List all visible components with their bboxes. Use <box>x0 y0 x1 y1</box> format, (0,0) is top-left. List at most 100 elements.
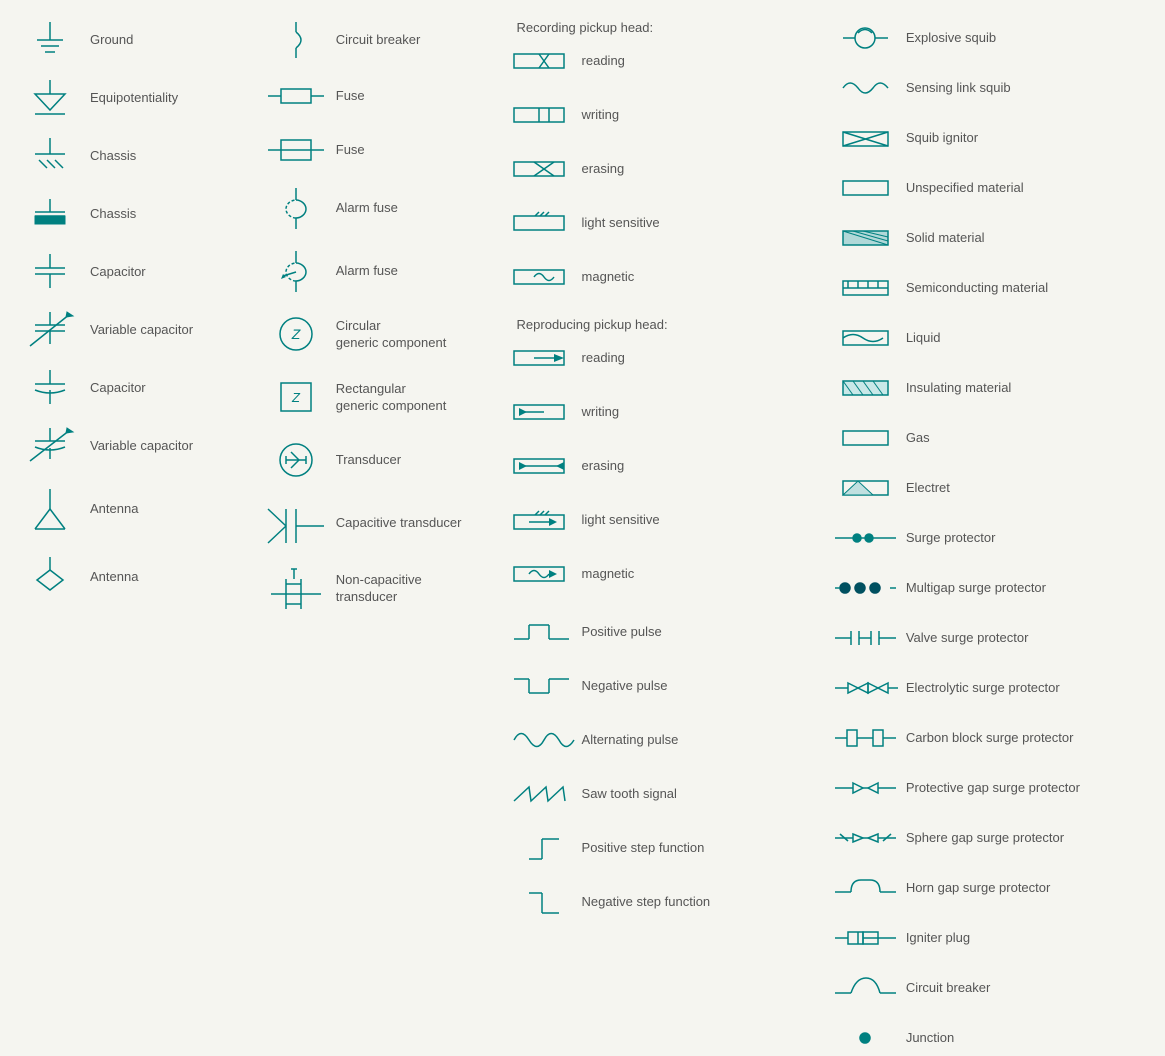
neg-pulse-label: Negative pulse <box>582 678 668 695</box>
rep-magnetic-icon <box>512 563 572 585</box>
list-item: Transducer <box>266 438 492 483</box>
junction-label: Junction <box>906 1030 954 1047</box>
sensing-squib-icon <box>836 73 896 103</box>
list-item: Z Circulargeneric component <box>266 312 492 357</box>
list-item: Solid material <box>836 220 1145 256</box>
protective-gap-surge-label: Protective gap surge protector <box>906 780 1080 797</box>
chassis2-icon <box>20 194 80 234</box>
insulating-material-label: Insulating material <box>906 380 1012 397</box>
svg-text:Z: Z <box>291 390 301 405</box>
rec-magnetic-icon <box>512 266 572 288</box>
rep-erasing-label: erasing <box>582 458 625 475</box>
fuse1-icon <box>266 81 326 111</box>
carbon-block-surge-label: Carbon block surge protector <box>906 730 1074 747</box>
equipotentiality-label: Equipotentiality <box>90 90 178 107</box>
electret-icon <box>836 477 896 499</box>
insulating-material-icon <box>836 377 896 399</box>
surge-protector-label: Surge protector <box>906 530 996 547</box>
sphere-gap-surge-icon <box>836 827 896 849</box>
liquid-label: Liquid <box>906 330 941 347</box>
semiconducting-material-label: Semiconducting material <box>906 280 1048 297</box>
list-item: reading <box>512 340 816 376</box>
list-item: Junction <box>836 1020 1145 1056</box>
list-item: erasing <box>512 448 816 484</box>
rep-reading-label: reading <box>582 350 625 367</box>
protective-gap-surge-icon <box>836 777 896 799</box>
alt-pulse-label: Alternating pulse <box>582 732 679 749</box>
antenna1-icon <box>20 484 80 534</box>
pos-pulse-icon <box>512 617 572 647</box>
rec-writing-label: writing <box>582 107 620 124</box>
list-item: writing <box>512 97 816 133</box>
saw-tooth-label: Saw tooth signal <box>582 786 677 803</box>
list-item: Saw tooth signal <box>512 776 816 812</box>
ground-label: Ground <box>90 32 133 49</box>
variable-capacitor-icon <box>20 310 80 350</box>
list-item: Insulating material <box>836 370 1145 406</box>
capacitive-transducer-label: Capacitive transducer <box>336 515 462 532</box>
igniter-plug-icon <box>836 926 896 950</box>
list-item: Liquid <box>836 320 1145 356</box>
igniter-plug-label: Igniter plug <box>906 930 970 947</box>
gas-label: Gas <box>906 430 930 447</box>
squib-ignitor-label: Squib ignitor <box>906 130 978 147</box>
rec-magnetic-label: magnetic <box>582 269 635 286</box>
explosive-squib-icon <box>836 23 896 53</box>
list-item: Electret <box>836 470 1145 506</box>
list-item: Horn gap surge protector <box>836 870 1145 906</box>
rep-reading-icon <box>512 347 572 369</box>
list-item: Sphere gap surge protector <box>836 820 1145 856</box>
surge-protector-icon <box>836 527 896 549</box>
reproducing-header: Reproducing pickup head: <box>512 317 816 332</box>
explosive-squib-label: Explosive squib <box>906 30 996 47</box>
ground-icon <box>20 20 80 60</box>
variable-capacitor-label: Variable capacitor <box>90 322 193 339</box>
circuit-breaker-col4-icon <box>836 973 896 1003</box>
transducer-icon <box>266 438 326 483</box>
list-item: Alternating pulse <box>512 722 816 758</box>
list-item: Surge protector <box>836 520 1145 556</box>
chassis1-label: Chassis <box>90 148 136 165</box>
pos-pulse-label: Positive pulse <box>582 624 662 641</box>
list-item: Negative step function <box>512 884 816 920</box>
recording-header: Recording pickup head: <box>512 20 816 35</box>
list-item: Positive pulse <box>512 614 816 650</box>
alarm-fuse1-label: Alarm fuse <box>336 200 398 217</box>
rep-light-icon <box>512 507 572 533</box>
list-item: Ground <box>20 20 246 60</box>
list-item: writing <box>512 394 816 430</box>
neg-pulse-icon <box>512 671 572 701</box>
main-container: Ground Equipotentiality <box>0 0 1165 727</box>
list-item: Capacitor <box>20 252 246 292</box>
carbon-block-surge-icon <box>836 724 896 752</box>
horn-gap-surge-icon <box>836 874 896 902</box>
chassis2-label: Chassis <box>90 206 136 223</box>
liquid-icon <box>836 327 896 349</box>
chassis1-icon <box>20 136 80 176</box>
column-2: Circuit breaker Fuse <box>256 20 502 707</box>
list-item: Fuse <box>266 78 492 114</box>
list-item: Explosive squib <box>836 20 1145 56</box>
variable-capacitor2-icon <box>20 426 80 466</box>
circular-generic-icon: Z <box>266 312 326 357</box>
list-item: Valve surge protector <box>836 620 1145 656</box>
circuit-breaker-icon <box>266 20 326 60</box>
rep-magnetic-label: magnetic <box>582 566 635 583</box>
list-item: Alarm fuse <box>266 249 492 294</box>
list-item: Carbon block surge protector <box>836 720 1145 756</box>
column-3: Recording pickup head: reading <box>502 20 826 707</box>
list-item: Igniter plug <box>836 920 1145 956</box>
alarm-fuse2-icon <box>266 249 326 294</box>
list-item: light sensitive <box>512 205 816 241</box>
rec-erasing-icon <box>512 158 572 180</box>
antenna2-icon <box>20 552 80 602</box>
non-capacitive-transducer-label: Non-capacitivetransducer <box>336 572 422 606</box>
list-item: Capacitor <box>20 368 246 408</box>
circuit-breaker-label: Circuit breaker <box>336 32 421 49</box>
electrolytic-surge-icon <box>836 677 896 699</box>
alarm-fuse2-label: Alarm fuse <box>336 263 398 280</box>
rep-writing-icon <box>512 401 572 423</box>
list-item: Negative pulse <box>512 668 816 704</box>
list-item: Positive step function <box>512 830 816 866</box>
rec-reading-label: reading <box>582 53 625 70</box>
